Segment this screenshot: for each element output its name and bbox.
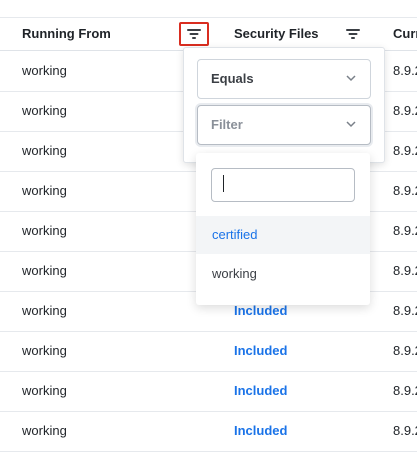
current-version-cell: 8.9.2 bbox=[393, 303, 417, 318]
running-from-cell: working bbox=[22, 303, 67, 318]
running-from-cell: working bbox=[22, 183, 67, 198]
security-files-cell[interactable]: Included bbox=[234, 331, 287, 371]
running-from-cell: working bbox=[22, 383, 67, 398]
running-from-cell: working bbox=[22, 423, 67, 438]
current-version-cell: 8.9.2 bbox=[393, 183, 417, 198]
security-files-filter-button[interactable] bbox=[338, 22, 368, 46]
running-from-cell: working bbox=[22, 63, 67, 78]
running-from-cell: working bbox=[22, 343, 67, 358]
filter-value-placeholder: Filter bbox=[211, 117, 243, 132]
filter-icon bbox=[187, 29, 201, 39]
filter-option-certified[interactable]: certified bbox=[196, 216, 370, 254]
filter-search-input[interactable] bbox=[211, 168, 355, 202]
current-version-cell: 8.9.2 bbox=[393, 423, 417, 438]
current-version-cell: 8.9.2 bbox=[393, 223, 417, 238]
current-version-cell: 8.9.2 bbox=[393, 143, 417, 158]
current-version-cell: 8.9.2 bbox=[393, 63, 417, 78]
column-header-security-files[interactable]: Security Files bbox=[234, 18, 319, 50]
filter-icon bbox=[346, 29, 360, 39]
current-version-cell: 8.9.2 bbox=[393, 343, 417, 358]
text-cursor bbox=[223, 175, 225, 192]
table-row[interactable]: working Included 8.9.2 bbox=[0, 371, 417, 412]
table-row[interactable]: working Included 8.9.2 bbox=[0, 331, 417, 372]
column-header-current[interactable]: Curr bbox=[393, 18, 417, 50]
filter-operator-value: Equals bbox=[211, 71, 254, 86]
chevron-down-icon bbox=[346, 121, 356, 128]
running-from-cell: working bbox=[22, 103, 67, 118]
security-files-cell[interactable]: Included bbox=[234, 411, 287, 451]
running-from-cell: working bbox=[22, 143, 67, 158]
security-files-cell[interactable]: Included bbox=[234, 371, 287, 411]
current-version-cell: 8.9.2 bbox=[393, 263, 417, 278]
chevron-down-icon bbox=[346, 75, 356, 82]
current-version-cell: 8.9.2 bbox=[393, 103, 417, 118]
filter-option-working[interactable]: working bbox=[196, 255, 370, 293]
running-from-cell: working bbox=[22, 223, 67, 238]
filter-operator-select[interactable]: Equals bbox=[197, 59, 371, 99]
current-version-cell: 8.9.2 bbox=[393, 383, 417, 398]
filter-value-select[interactable]: Filter bbox=[197, 105, 371, 145]
running-from-cell: working bbox=[22, 263, 67, 278]
running-from-filter-button[interactable] bbox=[179, 22, 209, 46]
column-header-running-from[interactable]: Running From bbox=[22, 18, 111, 50]
column-filter-popup: Equals Filter bbox=[183, 47, 385, 163]
